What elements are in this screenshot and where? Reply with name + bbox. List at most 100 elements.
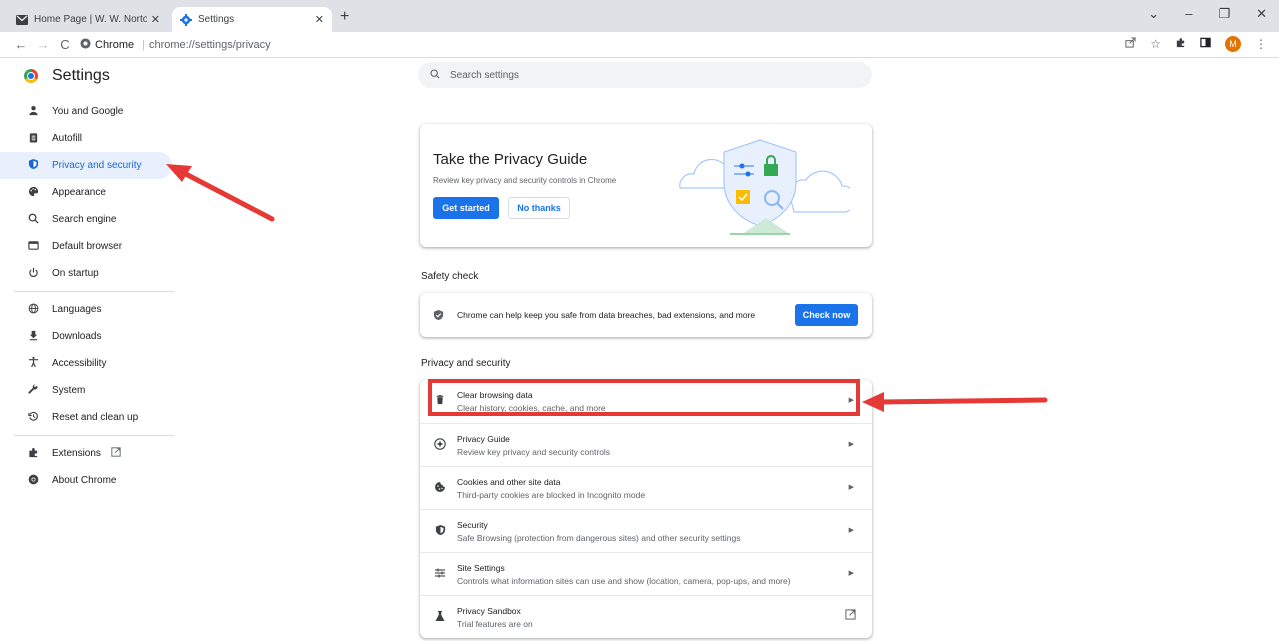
- sidebar-item-accessibility[interactable]: Accessibility: [0, 350, 180, 377]
- sidebar-item-search-engine[interactable]: Search engine: [0, 206, 180, 233]
- sidebar-item-label: Accessibility: [52, 358, 107, 369]
- wrench-icon: [26, 383, 40, 398]
- row-clear-browsing-data[interactable]: Clear browsing data Clear history, cooki…: [420, 380, 872, 423]
- sidebar-item-label: Autofill: [52, 133, 83, 144]
- privacy-guide-title: Take the Privacy Guide: [433, 151, 588, 168]
- tab-norton[interactable]: Home Page | W. W. Norton & Co ✕: [8, 7, 168, 32]
- privacy-guide-promo-card: Take the Privacy Guide Review key privac…: [420, 124, 872, 247]
- row-subtitle: Review key privacy and security controls: [457, 447, 611, 457]
- back-button[interactable]: ←: [10, 37, 32, 52]
- sidebar-item-on-startup[interactable]: On startup: [0, 260, 180, 287]
- sidebar-item-privacy-and-security[interactable]: Privacy and security: [0, 152, 172, 179]
- mail-icon: [16, 14, 28, 26]
- annotation-arrow-sidebar: [166, 164, 275, 222]
- sidebar-item-appearance[interactable]: Appearance: [0, 179, 180, 206]
- row-title: Privacy Sandbox: [457, 606, 521, 616]
- close-icon[interactable]: ✕: [151, 13, 160, 26]
- flask-icon: [433, 610, 447, 625]
- arrow-right-icon: ▶: [848, 397, 854, 404]
- sidebar-item-extensions[interactable]: Extensions: [0, 440, 180, 467]
- forward-button[interactable]: →: [32, 37, 54, 52]
- check-now-button[interactable]: Check now: [795, 304, 858, 326]
- sidebar-item-you-and-google[interactable]: You and Google: [0, 98, 180, 125]
- safety-check-text: Chrome can help keep you safe from data …: [457, 310, 756, 320]
- sidebar-item-label: On startup: [52, 268, 99, 279]
- person-icon: [26, 105, 40, 119]
- tab-settings[interactable]: Settings ✕: [172, 7, 332, 32]
- restore-button[interactable]: ❐: [1218, 6, 1230, 22]
- sidebar-divider: [14, 291, 174, 292]
- sidebar-item-label: Extensions: [52, 448, 101, 459]
- get-started-button[interactable]: Get started: [433, 197, 499, 219]
- row-security[interactable]: Security Safe Browsing (protection from …: [420, 509, 872, 552]
- row-privacy-guide[interactable]: Privacy Guide Review key privacy and sec…: [420, 423, 872, 466]
- sidebar-item-label: Privacy and security: [52, 160, 142, 171]
- trash-icon: [433, 394, 447, 408]
- tab-search-icon[interactable]: ⌄: [1148, 6, 1159, 22]
- search-icon: [26, 213, 40, 227]
- reload-button[interactable]: C: [54, 37, 76, 52]
- arrow-right-icon: ▶: [848, 441, 854, 448]
- globe-icon: [26, 303, 40, 317]
- power-icon: [26, 267, 40, 281]
- sidebar-item-label: About Chrome: [52, 475, 117, 486]
- no-thanks-button[interactable]: No thanks: [508, 197, 570, 219]
- close-icon[interactable]: ✕: [315, 13, 324, 26]
- clipboard-icon: [26, 132, 40, 146]
- sidebar-item-label: You and Google: [52, 106, 124, 117]
- sidebar-item-languages[interactable]: Languages: [0, 296, 180, 323]
- row-title: Site Settings: [457, 563, 505, 573]
- sidebar-item-label: Reset and clean up: [52, 412, 139, 423]
- row-subtitle: Safe Browsing (protection from dangerous…: [457, 533, 741, 543]
- sidebar-item-system[interactable]: System: [0, 377, 180, 404]
- search-placeholder: Search settings: [450, 69, 519, 81]
- new-tab-button[interactable]: +: [340, 8, 349, 26]
- palette-icon: [26, 186, 40, 200]
- reset-icon: [26, 411, 40, 425]
- toolbar-actions: ☆ M ⋮: [1125, 36, 1267, 52]
- arrow-right-icon: ▶: [848, 527, 854, 534]
- sidebar-item-about-chrome[interactable]: About Chrome: [0, 467, 180, 494]
- sidebar-item-downloads[interactable]: Downloads: [0, 323, 180, 350]
- search-input[interactable]: Search settings: [418, 62, 872, 88]
- privacy-security-heading: Privacy and security: [421, 358, 511, 369]
- minimize-button[interactable]: –: [1185, 6, 1192, 22]
- more-menu-icon[interactable]: ⋮: [1255, 37, 1267, 51]
- open-in-new-icon[interactable]: [845, 609, 856, 623]
- sidebar-item-label: Default browser: [52, 241, 123, 252]
- sidebar-item-default-browser[interactable]: Default browser: [0, 233, 180, 260]
- sidebar-divider: [14, 435, 174, 436]
- site-label: Chrome: [95, 39, 135, 51]
- tab-strip: Home Page | W. W. Norton & Co ✕ Settings…: [0, 0, 1279, 32]
- chrome-icon: [80, 38, 91, 52]
- sidebar-item-autofill[interactable]: Autofill: [0, 125, 180, 152]
- share-icon[interactable]: [1125, 37, 1136, 51]
- annotation-arrow-clear-data: [862, 392, 1048, 412]
- privacy-guide-description: Review key privacy and security controls…: [433, 176, 617, 185]
- shield-check-icon: [433, 308, 444, 326]
- row-site-settings[interactable]: Site Settings Controls what information …: [420, 552, 872, 595]
- shield-icon: [26, 158, 40, 173]
- sidebar-item-label: Search engine: [52, 214, 117, 225]
- sliders-icon: [433, 567, 447, 582]
- arrow-right-icon: ▶: [848, 484, 854, 491]
- chrome-logo-icon: [24, 69, 38, 83]
- sidebar-item-reset[interactable]: Reset and clean up: [0, 404, 180, 431]
- arrow-right-icon: ▶: [848, 570, 854, 577]
- puzzle-icon[interactable]: [1175, 37, 1186, 51]
- row-privacy-sandbox[interactable]: Privacy Sandbox Trial features are on: [420, 595, 872, 638]
- avatar[interactable]: M: [1225, 36, 1241, 52]
- star-icon[interactable]: ☆: [1150, 37, 1161, 51]
- row-subtitle: Third-party cookies are blocked in Incog…: [457, 490, 646, 500]
- address-bar[interactable]: Chrome | chrome://settings/privacy: [80, 35, 271, 55]
- privacy-guide-illustration: [670, 128, 857, 245]
- gear-icon: [180, 13, 192, 26]
- puzzle-icon: [26, 447, 40, 461]
- close-window-button[interactable]: ✕: [1256, 6, 1267, 22]
- url-text: chrome://settings/privacy: [148, 39, 271, 51]
- download-icon: [26, 330, 40, 344]
- sidebar-item-label: Languages: [52, 304, 102, 315]
- shield-icon: [433, 524, 447, 539]
- row-cookies[interactable]: Cookies and other site data Third-party …: [420, 466, 872, 509]
- side-panel-icon[interactable]: [1200, 37, 1211, 51]
